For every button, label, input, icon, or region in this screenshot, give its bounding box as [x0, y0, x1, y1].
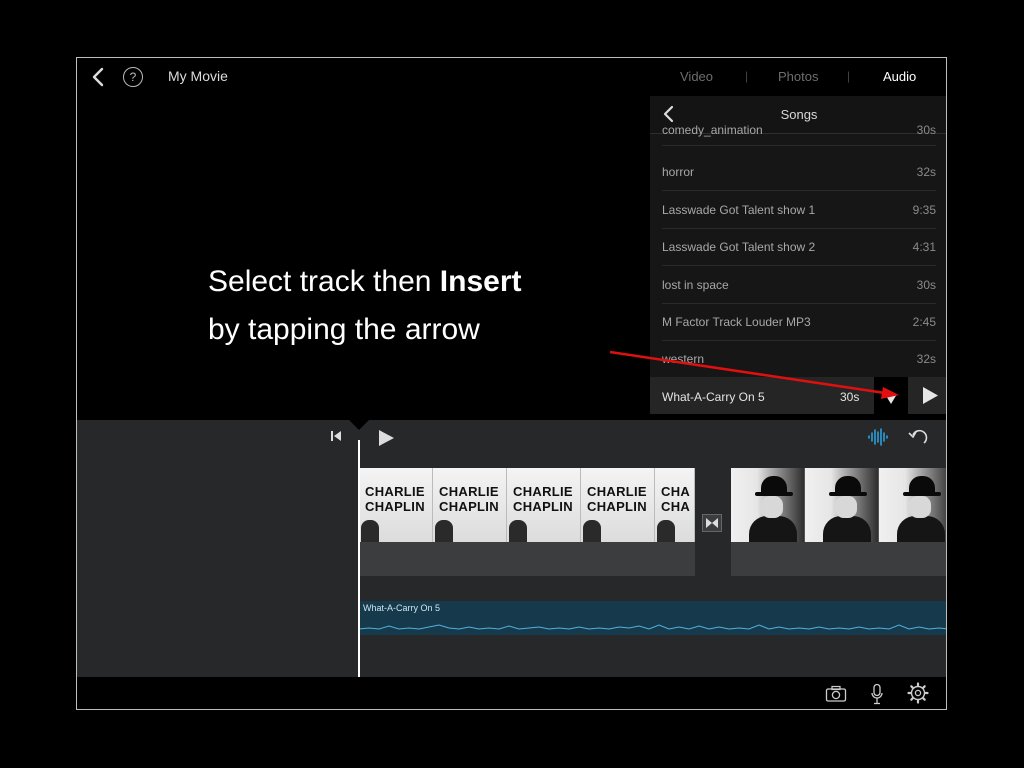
thumb-text: CHAPLIN [365, 499, 425, 514]
bowler-hat [909, 476, 935, 494]
figure-face [761, 496, 783, 518]
gear-icon [907, 682, 929, 704]
audio-waveform-button[interactable] [867, 428, 889, 446]
clip-thumbnails: CHARLIE CHAPLIN CHARLIE CHAPLIN CHARLIE … [359, 468, 695, 542]
figure-body [749, 516, 797, 542]
bowler-hat [835, 476, 861, 494]
thumb-text: CHARLIE [513, 484, 573, 499]
playhead[interactable] [358, 440, 360, 677]
bowler-hat [761, 476, 787, 494]
audio-clip-label: What-A-Carry On 5 [363, 603, 441, 613]
thumb-text: CHAPLIN [513, 499, 573, 514]
thumb-text: CHAPLIN [587, 499, 647, 514]
video-clip-title[interactable]: CHARLIE CHAPLIN CHARLIE CHAPLIN CHARLIE … [359, 468, 695, 576]
settings-button[interactable] [907, 682, 929, 704]
video-clip-chaplin[interactable] [731, 468, 946, 576]
camera-button[interactable] [825, 685, 847, 703]
figure-face [835, 496, 857, 518]
skip-to-start-icon [331, 431, 341, 441]
skip-to-start-button[interactable] [329, 429, 343, 443]
clip-thumbnail: CHARLIE CHAPLIN [433, 468, 507, 542]
clip-thumbnail: CHARLIE CHAPLIN [507, 468, 581, 542]
timeline-controls [77, 420, 946, 452]
clip-thumbnail [879, 468, 946, 542]
ipad-screen: ? My Movie Video | Photos | Audio Songs … [76, 57, 947, 710]
figure-face [909, 496, 931, 518]
figure-silhouette [435, 520, 453, 542]
microphone-icon [871, 683, 883, 705]
clip-thumbnail [805, 468, 879, 542]
thumb-text: CHARLIE [439, 484, 499, 499]
play-icon [379, 430, 394, 446]
audio-track-clip[interactable]: What-A-Carry On 5 [359, 601, 946, 635]
timeline: CHARLIE CHAPLIN CHARLIE CHAPLIN CHARLIE … [77, 418, 946, 677]
figure-body [823, 516, 871, 542]
figure-silhouette [361, 520, 379, 542]
undo-icon [908, 429, 928, 444]
waveform-icon [868, 428, 888, 446]
clip-thumbnail: CHARLIE CHAPLIN [581, 468, 655, 542]
bottom-toolbar [77, 677, 946, 709]
thumb-text: CHARLIE [587, 484, 647, 499]
thumb-text: CHA [661, 484, 691, 499]
transition-icon [706, 518, 718, 528]
figure-silhouette [657, 520, 675, 542]
undo-button[interactable] [907, 427, 931, 447]
thumb-text: CHARLIE [365, 484, 425, 499]
thumb-text: CHAPLIN [439, 499, 499, 514]
clip-thumbnails [731, 468, 946, 542]
clip-thumbnail [731, 468, 805, 542]
play-button[interactable] [376, 428, 396, 448]
playhead-marker [347, 418, 371, 430]
camera-icon [825, 685, 847, 702]
transition-button[interactable] [702, 514, 722, 532]
figure-silhouette [583, 520, 601, 542]
thumb-text: CHA [661, 499, 691, 514]
audio-waveform [359, 624, 946, 630]
figure-body [897, 516, 945, 542]
clip-thumbnail: CHA CHA [655, 468, 695, 542]
clip-thumbnail: CHARLIE CHAPLIN [359, 468, 433, 542]
microphone-button[interactable] [870, 683, 884, 705]
figure-silhouette [509, 520, 527, 542]
